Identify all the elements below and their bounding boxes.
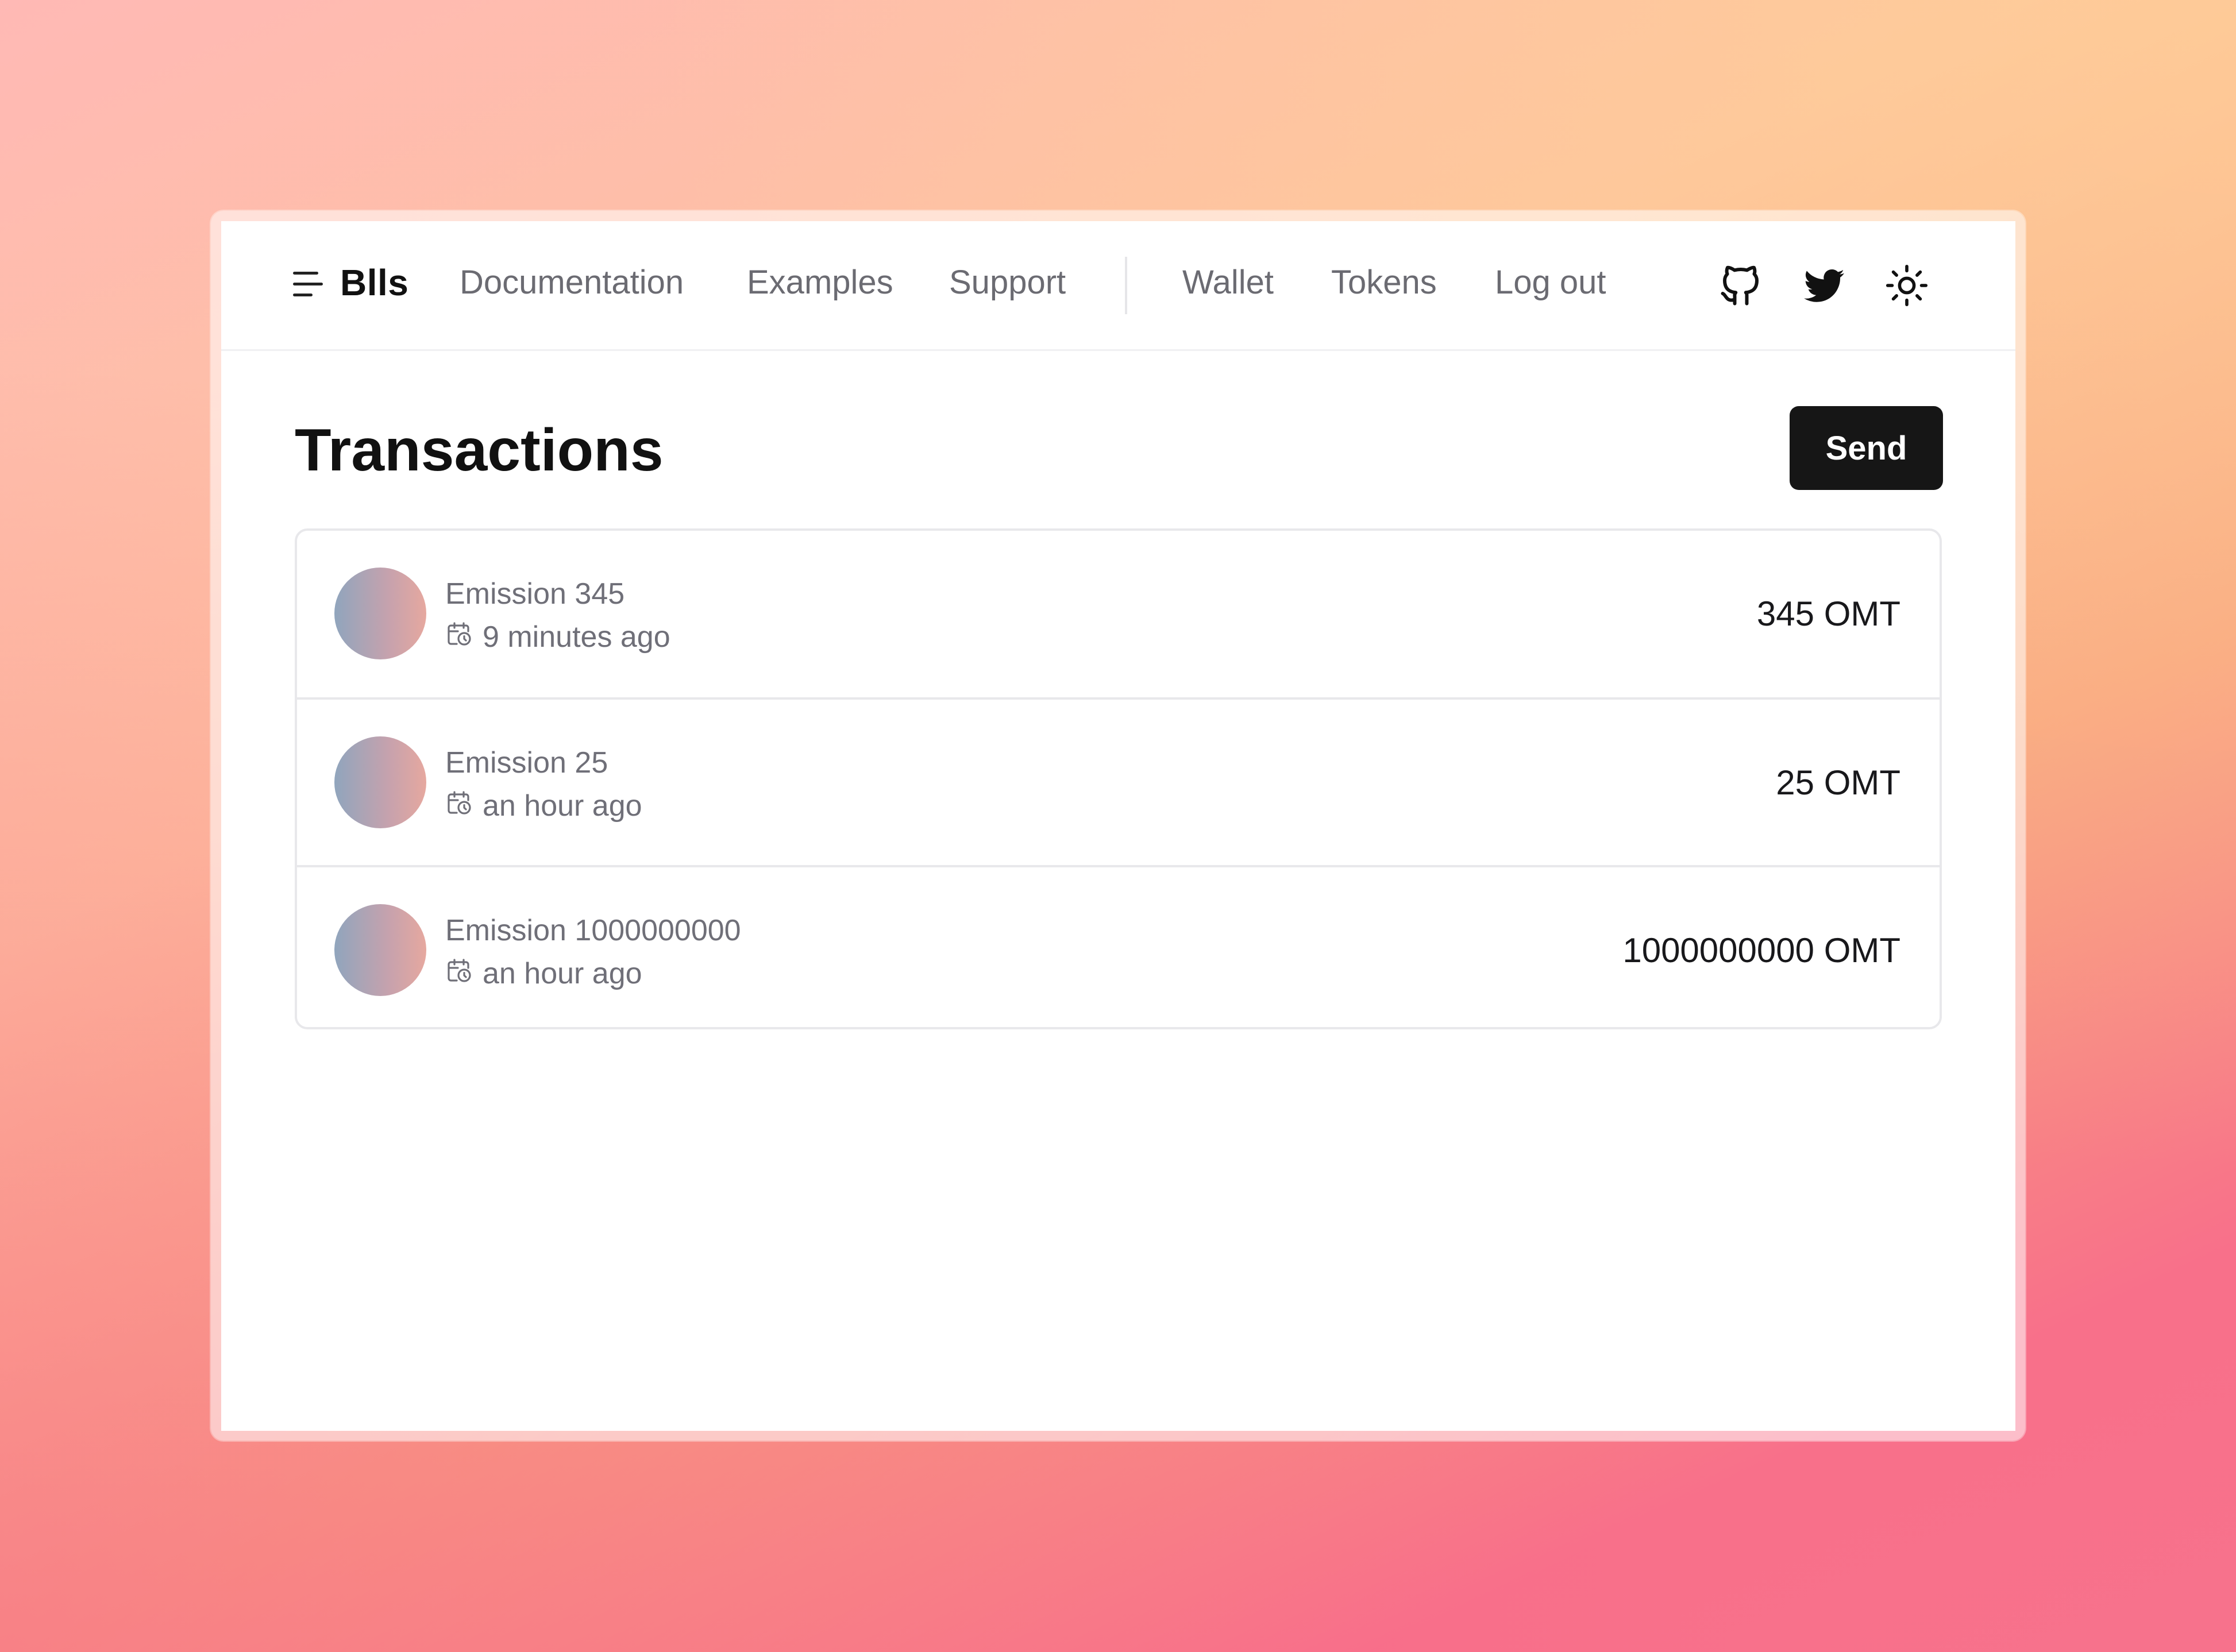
- sun-icon[interactable]: [1883, 261, 1931, 310]
- calendar-clock-icon: [445, 620, 473, 647]
- nav-divider: [1125, 257, 1127, 314]
- calendar-clock-icon: [445, 789, 473, 816]
- transaction-title: Emission 345: [445, 577, 625, 611]
- navbar: Blls Documentation Examples Support Wall…: [221, 221, 2015, 351]
- transaction-amount: 1000000000 OMT: [1622, 931, 1900, 970]
- twitter-icon[interactable]: [1800, 261, 1848, 310]
- transaction-row[interactable]: Emission 1000000000 an hour ago 10000000…: [297, 865, 1940, 1033]
- nav-link-examples[interactable]: Examples: [747, 263, 893, 302]
- nav-link-logout[interactable]: Log out: [1495, 263, 1606, 302]
- transaction-title: Emission 25: [445, 746, 608, 779]
- transaction-list: Emission 345 9 minutes ago 345 OMT Emiss…: [295, 528, 1942, 1029]
- avatar: [334, 904, 426, 996]
- nav-link-tokens[interactable]: Tokens: [1331, 263, 1437, 302]
- transaction-row[interactable]: Emission 345 9 minutes ago 345 OMT: [297, 531, 1940, 698]
- avatar: [334, 736, 426, 828]
- avatar: [334, 568, 426, 659]
- app-window: Blls Documentation Examples Support Wall…: [221, 221, 2015, 1431]
- transaction-amount: 345 OMT: [1756, 595, 1900, 633]
- nav-link-support[interactable]: Support: [949, 263, 1066, 302]
- nav-link-wallet[interactable]: Wallet: [1182, 263, 1274, 302]
- transaction-time: an hour ago: [483, 957, 642, 990]
- nav-link-documentation[interactable]: Documentation: [460, 263, 684, 302]
- send-button[interactable]: Send: [1790, 406, 1943, 490]
- calendar-clock-icon: [445, 956, 473, 984]
- transaction-title: Emission 1000000000: [445, 914, 741, 947]
- transaction-time: 9 minutes ago: [483, 620, 670, 654]
- transaction-amount: 25 OMT: [1776, 763, 1900, 802]
- menu-icon[interactable]: [293, 267, 323, 302]
- brand-logo[interactable]: Blls: [340, 261, 408, 304]
- transaction-row[interactable]: Emission 25 an hour ago 25 OMT: [297, 697, 1940, 865]
- github-icon[interactable]: [1717, 261, 1765, 310]
- page-title: Transactions: [295, 417, 664, 484]
- transaction-time: an hour ago: [483, 789, 642, 823]
